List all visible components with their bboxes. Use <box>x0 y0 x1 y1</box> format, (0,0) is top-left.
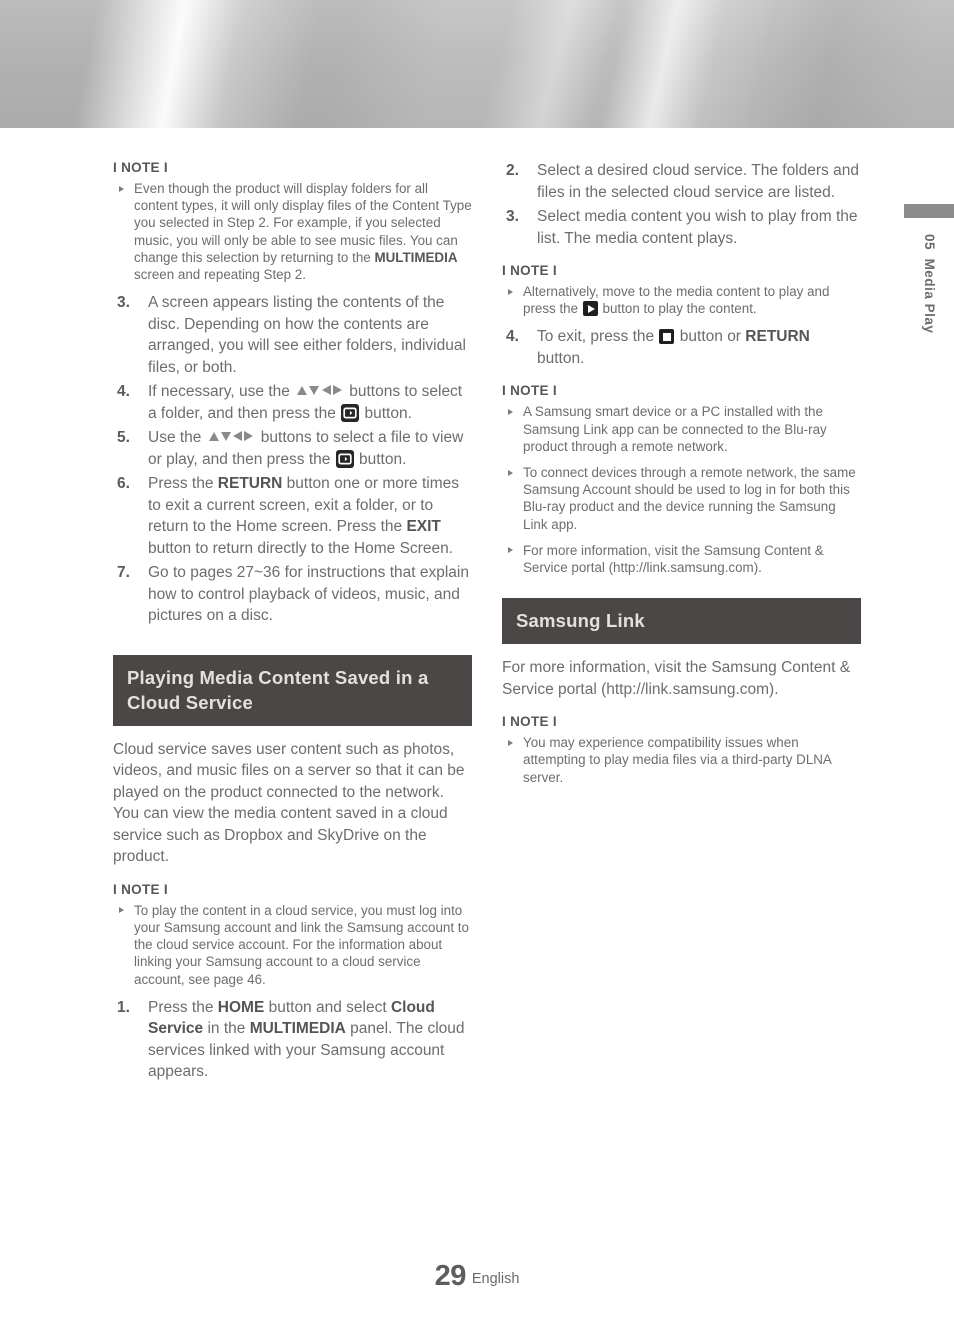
step-number: 1. <box>117 998 130 1016</box>
note-heading: I NOTE I <box>502 714 557 730</box>
section-paragraph: Cloud service saves user content such as… <box>113 740 465 866</box>
note-bullet: To play the content in a cloud service, … <box>113 902 472 988</box>
step-number: 4. <box>506 328 519 346</box>
triangle-bullet-icon <box>119 185 124 192</box>
step-text-post: button. <box>360 404 412 422</box>
step-text: Select media content you wish to play fr… <box>537 208 858 247</box>
step-bold-multimedia: MULTIMEDIA <box>249 1020 346 1038</box>
note-bullet: Even though the product will display fol… <box>113 180 472 283</box>
step-number: 2. <box>506 162 519 179</box>
step-bold-exit: EXIT <box>406 518 441 536</box>
step-bold-return: RETURN <box>217 475 283 493</box>
step-number: 7. <box>117 564 130 582</box>
page-number: 29 <box>434 1260 467 1292</box>
step-bold-home: HOME <box>217 998 265 1016</box>
note-heading: I NOTE I <box>113 881 168 897</box>
enter-button-icon <box>335 449 354 468</box>
stop-button-icon <box>659 329 675 345</box>
step-item: 7. Go to pages 27~36 for instructions th… <box>113 562 472 627</box>
bullet-text: To play the content in a cloud service, … <box>134 902 469 987</box>
chapter-title: Media Play <box>922 258 937 334</box>
step-number: 3. <box>117 294 130 312</box>
header-banner-image <box>0 0 954 128</box>
left-column: I NOTE I Even though the product will di… <box>113 160 472 1086</box>
step-item: 1. Press the HOME button and select Clou… <box>113 997 472 1083</box>
step-number: 3. <box>506 208 519 225</box>
step-item: 2. Select a desired cloud service. The f… <box>502 160 861 203</box>
step-text-post: button to return directly to the Home Sc… <box>148 539 453 557</box>
section-heading-cloud-service: Playing Media Content Saved in a Cloud S… <box>113 654 472 726</box>
step-bold-return: RETURN <box>745 328 810 346</box>
triangle-bullet-icon <box>119 907 124 914</box>
step-text: A screen appears listing the contents of… <box>148 294 466 376</box>
bullet-text-post: button to play the content. <box>598 301 757 317</box>
play-button-icon <box>582 301 598 317</box>
step-item: 4. If necessary, use the buttons to sele… <box>113 381 472 424</box>
note-bullet: To connect devices through a remote netw… <box>502 464 861 533</box>
note-heading: I NOTE I <box>502 263 557 278</box>
enter-button-icon <box>341 403 360 422</box>
chapter-label: 05 Media Play <box>904 234 954 333</box>
step-item: 3. Select media content you wish to play… <box>502 206 861 249</box>
step-text-pre: To exit, press the <box>537 328 659 346</box>
section-heading-samsung-link: Samsung Link <box>502 598 861 645</box>
bullet-text-post: screen and repeating Step 2. <box>134 267 306 283</box>
direction-arrows-icon <box>208 427 255 449</box>
step-item: 3. A screen appears listing the contents… <box>113 292 472 378</box>
bullet-text: To connect devices through a remote netw… <box>523 465 856 532</box>
step-text-post: button. <box>354 450 407 468</box>
step-text-mid2: in the <box>203 1020 250 1038</box>
step-text: Select a desired cloud service. The fold… <box>537 162 859 201</box>
bullet-text: You may experience compatibility issues … <box>523 735 832 785</box>
note-heading: I NOTE I <box>113 160 168 175</box>
note-bullet: You may experience compatibility issues … <box>502 734 861 786</box>
step-text-mid1: button and select <box>264 998 391 1016</box>
note-bullet: Alternatively, move to the media content… <box>502 283 861 317</box>
note-bullet: A Samsung smart device or a PC installed… <box>502 403 861 455</box>
right-column: 2. Select a desired cloud service. The f… <box>502 160 861 795</box>
step-number: 6. <box>117 475 130 493</box>
triangle-bullet-icon <box>508 288 513 295</box>
step-number: 5. <box>117 429 130 447</box>
direction-arrows-icon <box>296 381 343 403</box>
chapter-rail: 05 Media Play <box>904 204 954 333</box>
bullet-text: For more information, visit the Samsung … <box>523 542 824 576</box>
triangle-bullet-icon <box>508 739 513 746</box>
step-item: 6. Press the RETURN button one or more t… <box>113 473 472 559</box>
chapter-tab-marker <box>904 204 954 218</box>
step-text-pre: If necessary, use the <box>148 383 295 401</box>
step-item: 5. Use the buttons to select a file to v… <box>113 427 472 470</box>
triangle-bullet-icon <box>508 469 513 476</box>
step-text: Go to pages 27~36 for instructions that … <box>148 564 469 625</box>
bullet-text-bold: MULTIMEDIA <box>374 249 458 265</box>
step-text-pre: Press the <box>148 998 218 1016</box>
triangle-bullet-icon <box>508 408 513 415</box>
step-number: 4. <box>117 383 130 401</box>
note-heading: I NOTE I <box>502 383 557 399</box>
step-item: 4. To exit, press the button or RETURN b… <box>502 326 861 369</box>
manual-page: 05 Media Play I NOTE I Even though the p… <box>0 0 954 1339</box>
step-text-post: button. <box>537 349 585 367</box>
step-text-mid: button or <box>675 328 746 346</box>
triangle-bullet-icon <box>508 547 513 554</box>
page-language: English <box>471 1271 520 1287</box>
bullet-text: A Samsung smart device or a PC installed… <box>523 404 827 454</box>
section-paragraph: For more information, visit the Samsung … <box>502 659 851 698</box>
note-bullet: For more information, visit the Samsung … <box>502 542 861 576</box>
step-text-pre: Use the <box>148 429 206 447</box>
step-text-pre: Press the <box>148 475 218 493</box>
page-footer: 29 English <box>0 1260 954 1293</box>
chapter-number: 05 <box>922 234 937 251</box>
